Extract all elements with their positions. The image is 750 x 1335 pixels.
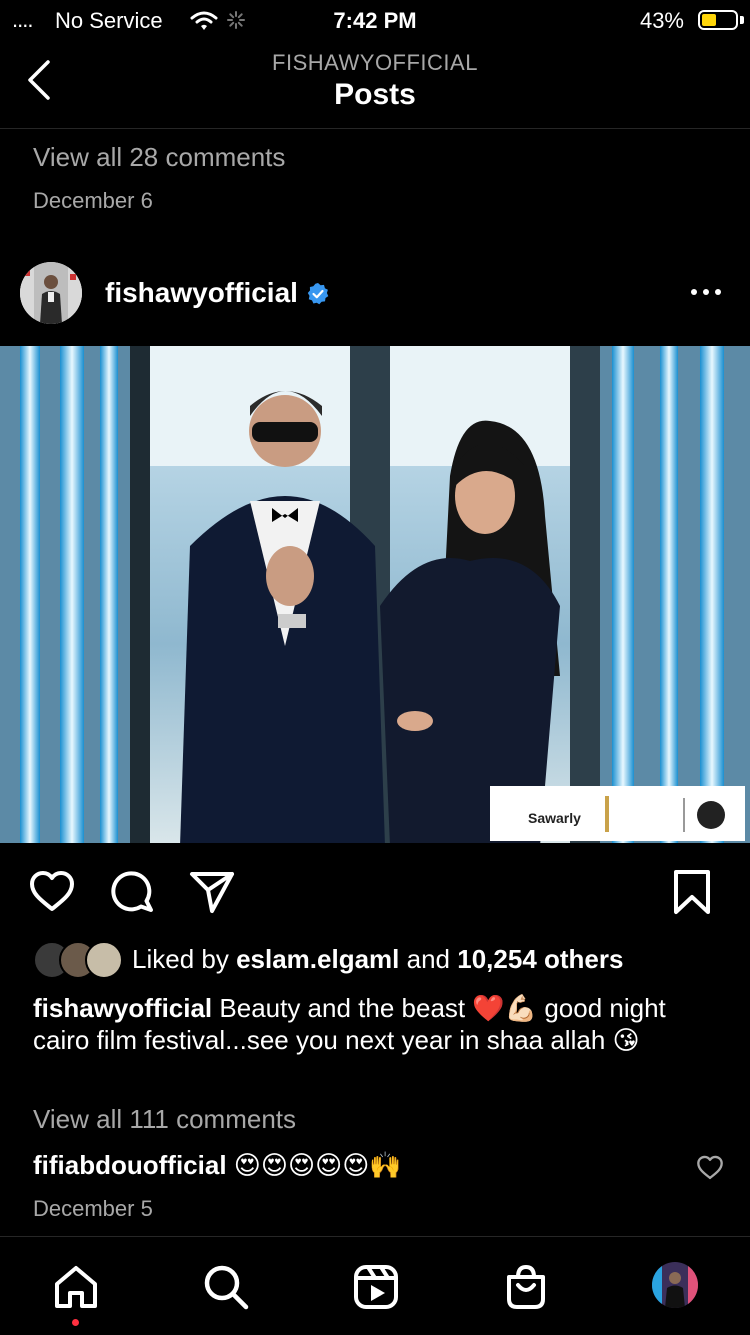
battery-icon bbox=[698, 10, 738, 30]
comment-button[interactable] bbox=[108, 868, 156, 916]
share-button[interactable] bbox=[188, 868, 236, 916]
more-options-icon[interactable] bbox=[688, 280, 724, 304]
search-icon[interactable] bbox=[202, 1263, 250, 1311]
likes-summary[interactable]: Liked by eslam.elgaml and 10,254 others bbox=[132, 944, 623, 975]
page-title: Posts bbox=[334, 78, 416, 111]
notification-dot bbox=[72, 1319, 79, 1326]
battery-fill bbox=[702, 14, 716, 26]
liked-by-others[interactable]: 10,254 others bbox=[457, 944, 623, 974]
post-caption: fishawyofficial Beauty and the beast ❤️💪… bbox=[33, 992, 723, 1056]
profile-username-header: FISHAWYOFFICIAL bbox=[272, 50, 478, 75]
avatar[interactable] bbox=[20, 262, 82, 324]
bookmark-button[interactable] bbox=[668, 868, 716, 916]
caption-username[interactable]: fishawyofficial bbox=[33, 993, 212, 1023]
like-button[interactable] bbox=[28, 868, 76, 916]
clock: 7:42 PM bbox=[333, 8, 417, 33]
bottom-tab-bar bbox=[0, 1236, 750, 1335]
liked-avatar bbox=[85, 941, 123, 979]
previous-post-date: December 6 bbox=[33, 188, 153, 213]
verified-badge-icon bbox=[307, 283, 329, 305]
shop-icon[interactable] bbox=[502, 1263, 550, 1311]
comment-like-button[interactable] bbox=[696, 1154, 724, 1182]
liked-by-middle: and bbox=[406, 944, 451, 974]
comment-preview: fifiabdouofficial 😍😍😍😍😍🙌 bbox=[33, 1150, 402, 1181]
liked-by-avatars[interactable] bbox=[33, 941, 123, 979]
comment-text: 😍😍😍😍😍🙌 bbox=[233, 1150, 402, 1180]
nav-header: FISHAWYOFFICIAL Posts bbox=[0, 44, 750, 129]
battery-percent: 43% bbox=[639, 8, 684, 33]
post-username[interactable]: fishawyofficial bbox=[105, 277, 298, 309]
post-date: December 5 bbox=[33, 1196, 153, 1221]
liked-by-prefix: Liked by bbox=[132, 944, 229, 974]
battery-cap bbox=[740, 16, 744, 24]
view-all-comments-link[interactable]: View all 111 comments bbox=[33, 1104, 296, 1135]
reels-icon[interactable] bbox=[352, 1263, 400, 1311]
home-icon[interactable] bbox=[52, 1263, 100, 1311]
previous-view-comments-link[interactable]: View all 28 comments bbox=[33, 142, 285, 173]
sponsor-logo-sawarly: Sawarly bbox=[528, 810, 581, 826]
profile-avatar[interactable] bbox=[652, 1262, 698, 1308]
liked-by-user[interactable]: eslam.elgaml bbox=[236, 944, 399, 974]
status-bar: .... No Service 7:42 PM 43% bbox=[0, 0, 750, 44]
comment-username[interactable]: fifiabdouofficial bbox=[33, 1150, 227, 1180]
post-image[interactable]: Sawarly bbox=[0, 346, 750, 843]
